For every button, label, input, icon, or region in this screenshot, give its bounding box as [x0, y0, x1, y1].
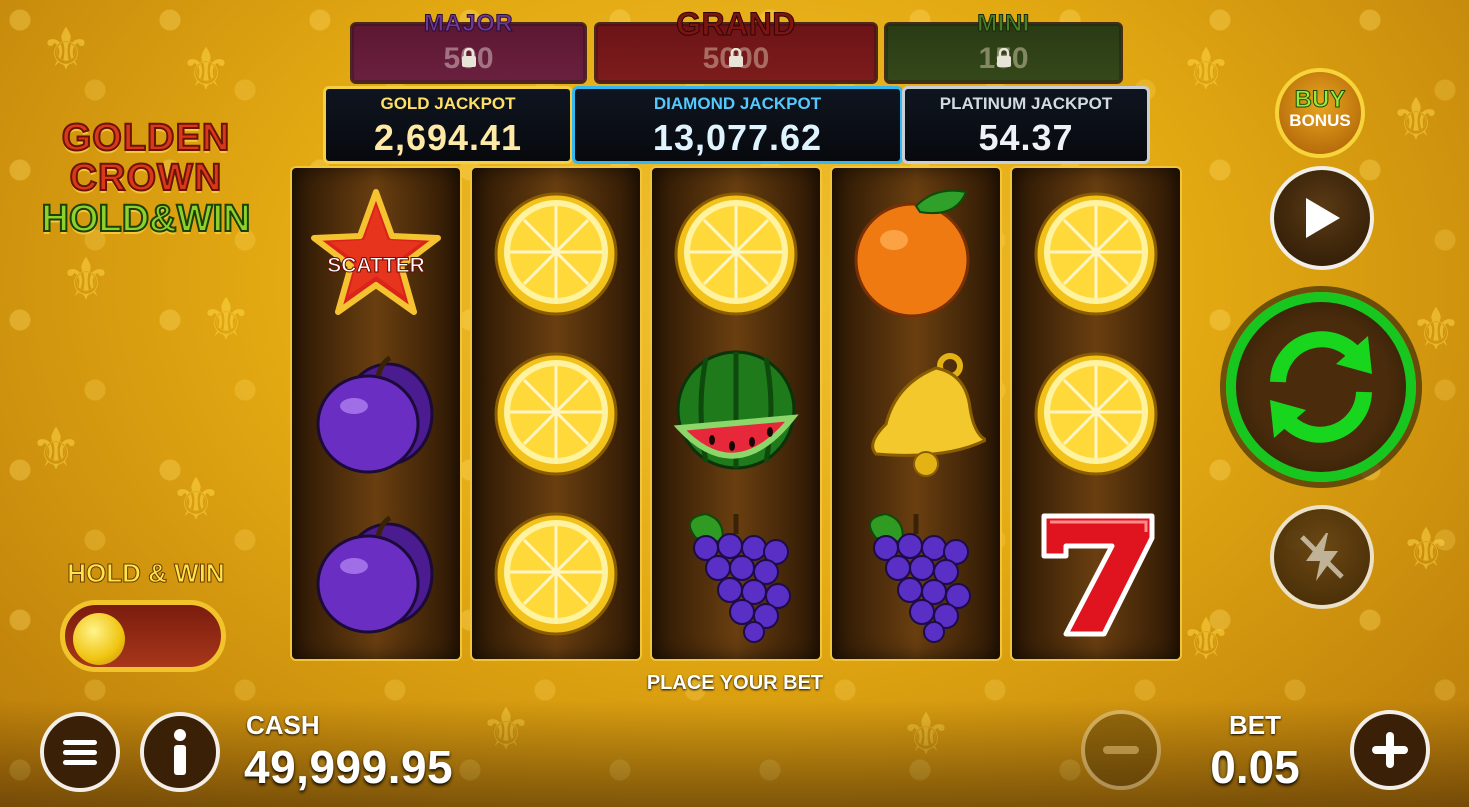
- play-icon: [1306, 198, 1340, 238]
- scatter-star-icon: SCATTER: [311, 189, 441, 315]
- symbol-lemon: [1012, 174, 1180, 334]
- gold-jackpot-value: 2,694.41: [373, 117, 523, 158]
- scatter-label: SCATTER: [327, 254, 425, 277]
- grand-jackpot: GRAND 5000: [594, 6, 878, 84]
- reel-5: [1010, 166, 1182, 661]
- reel-1: SCATTER: [290, 166, 462, 661]
- lemon-icon: [1034, 192, 1158, 316]
- lemon-icon: [674, 192, 798, 316]
- grapes-icon: [868, 512, 971, 643]
- plum-icon: [316, 515, 434, 634]
- symbol-grapes: [652, 494, 820, 654]
- symbol-grapes: [832, 494, 1000, 654]
- info-icon: [174, 729, 186, 775]
- hold-and-win-label: HOLD & WIN: [67, 558, 225, 589]
- spin-arrows-icon: [1270, 331, 1372, 443]
- logo-line-1: GOLDEN: [61, 117, 231, 159]
- lemon-icon: [494, 352, 618, 476]
- symbol-lemon: [472, 494, 640, 654]
- autoplay-button[interactable]: [1270, 166, 1374, 270]
- symbol-plum: [292, 494, 460, 654]
- reel-3: [650, 166, 822, 661]
- major-jackpot: MAJOR 500: [350, 10, 587, 84]
- minus-icon: [1103, 746, 1139, 754]
- diamond-jackpot-value: 13,077.62: [652, 117, 823, 158]
- grand-jackpot-title: GRAND: [676, 6, 796, 43]
- symbol-lemon: [652, 174, 820, 334]
- symbol-scatter-star: SCATTER: [292, 174, 460, 334]
- buy-bonus-label-2: BONUS: [1289, 111, 1351, 130]
- symbol-bell: [832, 334, 1000, 494]
- watermelon-icon: [673, 350, 799, 470]
- cash-label: CASH: [246, 710, 320, 740]
- plus-icon: [1372, 732, 1408, 768]
- gold-jackpot: GOLD JACKPOT 2,694.41: [323, 86, 573, 164]
- mini-jackpot: MINI 150: [884, 10, 1123, 84]
- symbol-watermelon: [652, 334, 820, 494]
- symbol-plum: [292, 334, 460, 494]
- reel-grid: SCATTER: [290, 166, 1182, 661]
- lemon-icon: [494, 192, 618, 316]
- symbol-lemon: [1012, 334, 1180, 494]
- toggle-knob: [73, 613, 125, 665]
- symbol-orange: [832, 174, 1000, 334]
- turbo-button[interactable]: [1270, 505, 1374, 609]
- diamond-jackpot-title: DIAMOND JACKPOT: [653, 94, 822, 113]
- bet-label: BET: [1229, 710, 1281, 740]
- menu-button[interactable]: [40, 712, 120, 792]
- cash-value: 49,999.95: [244, 741, 454, 793]
- symbol-lemon: [472, 334, 640, 494]
- decrease-bet-button[interactable]: [1081, 710, 1161, 790]
- platinum-jackpot: PLATINUM JACKPOT 54.37: [902, 86, 1150, 164]
- spin-button[interactable]: [1226, 292, 1416, 482]
- platinum-jackpot-value: 54.37: [978, 117, 1074, 158]
- lemon-icon: [1034, 352, 1158, 476]
- gold-jackpot-title: GOLD JACKPOT: [380, 94, 516, 113]
- reel-4: [830, 166, 1002, 661]
- logo-line-3: HOLD&WIN: [41, 197, 252, 241]
- grapes-icon: [688, 512, 791, 643]
- symbol-seven: [1012, 494, 1180, 654]
- platinum-jackpot-title: PLATINUM JACKPOT: [939, 94, 1113, 113]
- diamond-jackpot: DIAMOND JACKPOT 13,077.62: [572, 86, 903, 164]
- buy-bonus-button[interactable]: BUY BONUS: [1275, 68, 1365, 158]
- major-jackpot-title: MAJOR: [423, 10, 514, 38]
- plum-icon: [316, 355, 434, 474]
- lock-icon: [729, 48, 743, 67]
- status-message: PLACE YOUR BET: [646, 672, 824, 694]
- lightning-off-icon: [1300, 533, 1344, 581]
- hold-and-win-toggle[interactable]: [60, 600, 226, 672]
- logo-line-2: CROWN: [69, 157, 223, 199]
- bet-value: 0.05: [1210, 741, 1300, 793]
- buy-bonus-label-1: BUY: [1294, 86, 1346, 113]
- info-button[interactable]: [140, 712, 220, 792]
- lock-icon: [996, 48, 1011, 67]
- game-logo: GOLDEN CROWN HOLD&WIN: [20, 117, 272, 241]
- mini-jackpot-title: MINI: [977, 10, 1030, 38]
- symbol-lemon: [472, 174, 640, 334]
- seven-icon: [1041, 513, 1155, 637]
- lemon-icon: [494, 512, 618, 636]
- orange-icon: [854, 189, 970, 318]
- reel-2: [470, 166, 642, 661]
- bell-icon: [871, 353, 986, 477]
- lock-icon: [461, 48, 476, 67]
- increase-bet-button[interactable]: [1350, 710, 1430, 790]
- hamburger-icon: [63, 740, 97, 765]
